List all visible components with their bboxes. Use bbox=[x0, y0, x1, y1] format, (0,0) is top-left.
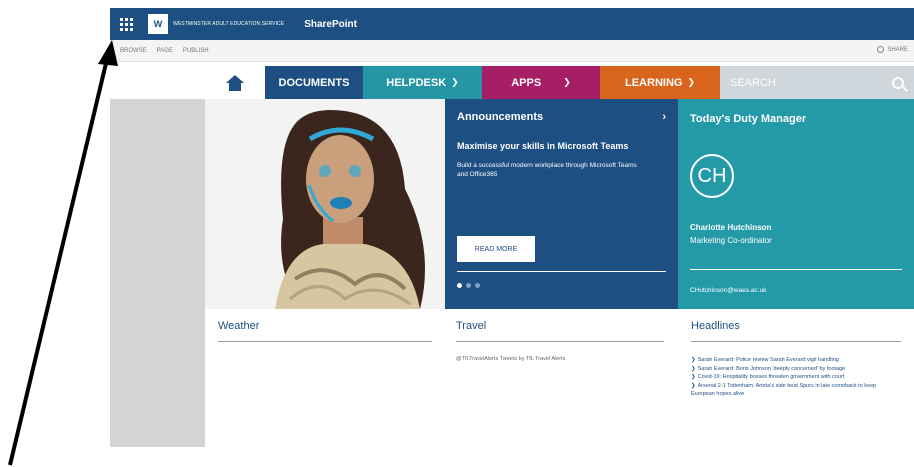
avatar: CH bbox=[690, 154, 734, 198]
list-item[interactable]: ❯ Sarah Everard: Police review Sarah Ever… bbox=[691, 356, 901, 365]
command-bar: BROWSE PAGE PUBLISH SHARE bbox=[110, 40, 914, 62]
nav-apps[interactable]: APPS ❯ bbox=[482, 66, 600, 99]
cmd-publish[interactable]: PUBLISH bbox=[183, 48, 209, 54]
app-launcher-icon[interactable] bbox=[110, 8, 142, 40]
list-item[interactable]: ❯ Sarah Everard: Boris Johnson 'deeply co… bbox=[691, 365, 901, 374]
travel-feed-link[interactable]: @TfLTravelAlerts Tweets by TfL Travel Al… bbox=[456, 356, 664, 362]
carousel-dot[interactable] bbox=[457, 283, 462, 288]
travel-title: Travel bbox=[456, 320, 487, 332]
chevron-right-icon: ❯ bbox=[691, 382, 696, 389]
home-icon bbox=[226, 74, 244, 91]
divider bbox=[457, 271, 666, 272]
hero-image bbox=[205, 99, 445, 309]
weather-title: Weather bbox=[218, 320, 260, 332]
logo-mark: W bbox=[148, 14, 168, 34]
headlines-panel: Headlines ❯ Sarah Everard: Police review … bbox=[691, 320, 901, 399]
chevron-down-icon: ❯ bbox=[563, 77, 571, 87]
duty-manager-email-link[interactable]: CHutchinson@waes.ac.uk bbox=[690, 287, 766, 294]
chevron-down-icon: ❯ bbox=[451, 77, 459, 87]
divider bbox=[691, 341, 901, 342]
announcements-heading: Announcements bbox=[457, 111, 544, 123]
left-gutter bbox=[110, 99, 205, 447]
list-item[interactable]: ❯ Covid-19: Hospitality bosses threaten g… bbox=[691, 373, 901, 382]
carousel-dots bbox=[457, 283, 480, 288]
share-label: SHARE bbox=[887, 46, 908, 53]
search-input[interactable]: SEARCH bbox=[730, 77, 776, 89]
duty-manager-heading: Today's Duty Manager bbox=[690, 113, 807, 125]
cmd-page[interactable]: PAGE bbox=[157, 48, 173, 54]
announcement-title[interactable]: Maximise your skills in Microsoft Teams bbox=[457, 141, 666, 151]
divider bbox=[218, 341, 432, 342]
announcement-body: Build a successful modern workplace thro… bbox=[457, 162, 637, 179]
chevron-right-icon: ❯ bbox=[691, 365, 696, 372]
nav-documents-label: DOCUMENTS bbox=[278, 76, 350, 89]
read-more-button[interactable]: READ MORE bbox=[457, 236, 535, 262]
suite-bar: W WESTMINSTER ADULT EDUCATION SERVICE Sh… bbox=[110, 8, 914, 40]
logo-text: WESTMINSTER ADULT EDUCATION SERVICE bbox=[173, 21, 285, 27]
nav-home[interactable] bbox=[205, 66, 265, 99]
share-icon bbox=[877, 46, 885, 53]
chevron-right-icon: ❯ bbox=[691, 357, 696, 363]
chevron-down-icon: ❯ bbox=[687, 77, 695, 87]
divider bbox=[690, 269, 902, 270]
nav-helpdesk-label: HELPDESK bbox=[386, 76, 447, 89]
search-icon[interactable] bbox=[892, 76, 904, 89]
share-button[interactable]: SHARE bbox=[877, 46, 908, 53]
app-title[interactable]: SharePoint bbox=[304, 19, 357, 30]
travel-panel: Travel @TfLTravelAlerts Tweets by TfL Tr… bbox=[456, 320, 664, 362]
weather-panel: Weather bbox=[218, 320, 432, 342]
chevron-right-icon: ❯ bbox=[691, 374, 696, 381]
carousel-dot[interactable] bbox=[466, 283, 471, 288]
headlines-list: ❯ Sarah Everard: Police review Sarah Ever… bbox=[691, 356, 901, 399]
nav-learning[interactable]: LEARNING ❯ bbox=[600, 66, 720, 99]
hero-portrait-illustration bbox=[205, 99, 445, 309]
chevron-right-icon[interactable]: › bbox=[662, 111, 666, 123]
site-logo[interactable]: W WESTMINSTER ADULT EDUCATION SERVICE bbox=[148, 14, 284, 34]
list-item[interactable]: ❯ Arsenal 2-1 Tottenham: Arteta's side be… bbox=[691, 382, 901, 399]
search-box[interactable]: SEARCH bbox=[720, 66, 914, 99]
top-navigation: DOCUMENTS HELPDESK ❯ APPS ❯ LEARNING ❯ S… bbox=[205, 66, 914, 99]
nav-helpdesk[interactable]: HELPDESK ❯ bbox=[363, 66, 482, 99]
duty-manager-role: Marketing Co-ordinator bbox=[690, 236, 772, 245]
headlines-title: Headlines bbox=[691, 320, 740, 332]
duty-manager-panel: Today's Duty Manager CH Charlotte Hutchi… bbox=[678, 99, 914, 309]
nav-documents[interactable]: DOCUMENTS bbox=[265, 66, 363, 99]
duty-manager-name: Charlotte Hutchinson bbox=[690, 223, 772, 232]
nav-apps-label: APPS bbox=[511, 76, 542, 89]
nav-learning-label: LEARNING bbox=[625, 76, 683, 89]
divider bbox=[456, 341, 664, 342]
cmd-browse[interactable]: BROWSE bbox=[120, 48, 147, 54]
carousel-dot[interactable] bbox=[475, 283, 480, 288]
announcements-panel: Announcements › Maximise your skills in … bbox=[445, 99, 678, 309]
